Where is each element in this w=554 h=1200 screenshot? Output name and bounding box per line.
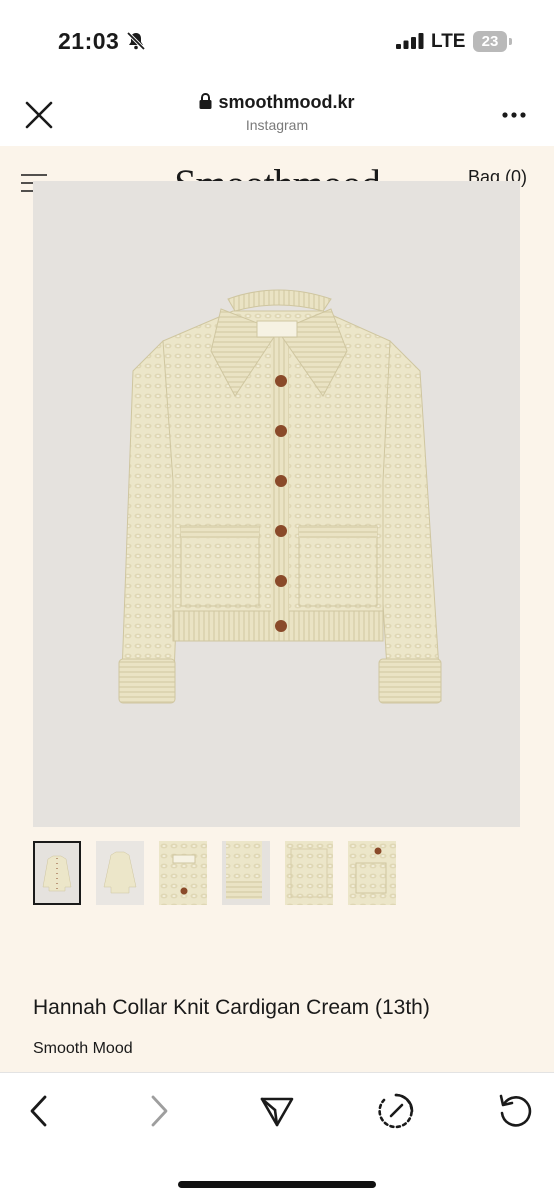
back-icon[interactable] bbox=[20, 1091, 60, 1131]
thumbnail-6[interactable] bbox=[348, 841, 396, 905]
thumbnail-1[interactable] bbox=[33, 841, 81, 905]
status-time: 21:03 bbox=[58, 28, 120, 54]
thumbnail-4[interactable] bbox=[222, 841, 270, 905]
signal-icon bbox=[396, 33, 424, 49]
cardigan-illustration bbox=[118, 289, 442, 704]
browser-toolbar bbox=[0, 1072, 554, 1200]
web-page: Smoothmood Bag (0) bbox=[0, 146, 554, 1072]
product-main-image[interactable] bbox=[33, 181, 520, 827]
status-bar: 21:03 LTE 23 bbox=[0, 0, 554, 84]
lock-icon bbox=[199, 93, 212, 109]
battery-icon: 23 bbox=[473, 31, 507, 52]
bell-slash-icon bbox=[126, 31, 146, 51]
thumbnail-2[interactable] bbox=[96, 841, 144, 905]
forward-icon[interactable] bbox=[138, 1091, 178, 1131]
browser-header: smoothmood.kr Instagram bbox=[0, 84, 554, 146]
share-icon[interactable] bbox=[257, 1091, 297, 1131]
thumbnail-3[interactable] bbox=[159, 841, 207, 905]
network-type: LTE bbox=[431, 31, 466, 52]
reload-icon[interactable] bbox=[495, 1091, 535, 1131]
thumbnail-5[interactable] bbox=[285, 841, 333, 905]
thumbnail-strip bbox=[33, 841, 403, 905]
battery-tip bbox=[509, 38, 512, 45]
more-icon[interactable] bbox=[500, 106, 528, 124]
compass-icon[interactable] bbox=[376, 1091, 416, 1131]
url-text: smoothmood.kr bbox=[218, 92, 355, 112]
product-brand[interactable]: Smooth Mood bbox=[33, 1040, 133, 1058]
source-label: Instagram bbox=[245, 117, 309, 133]
product-title: Hannah Collar Knit Cardigan Cream (13th) bbox=[33, 996, 430, 1019]
url-bar[interactable]: smoothmood.kr bbox=[0, 92, 554, 113]
home-indicator[interactable] bbox=[178, 1181, 376, 1188]
